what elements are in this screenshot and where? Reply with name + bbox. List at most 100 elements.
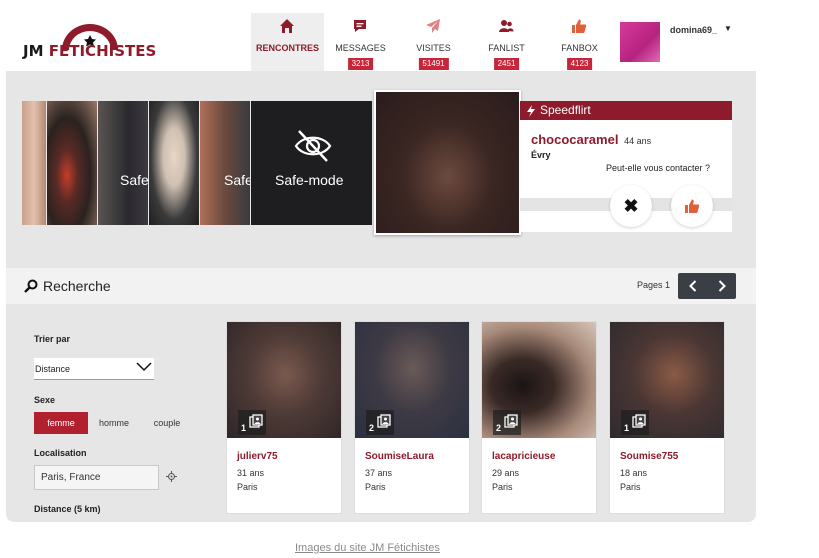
profile-card[interactable]: 2 lacapricieuse 29 ans Paris: [481, 321, 597, 514]
profile-name[interactable]: julierv75: [237, 451, 278, 462]
sort-select[interactable]: Distance: [34, 358, 154, 380]
photo-count: 2: [496, 423, 502, 433]
sort-label: Trier par: [34, 334, 71, 344]
profile-age: 37 ans: [365, 468, 393, 478]
profile-card[interactable]: 2 SoumiseLaura 37 ans Paris: [354, 321, 470, 514]
nav-messages-label: MESSAGES: [335, 43, 386, 53]
nav-fanbox[interactable]: FANBOX 4123: [543, 13, 616, 71]
profile-name[interactable]: lacapricieuse: [492, 451, 555, 462]
nav-fanbox-label: FANBOX: [561, 43, 598, 53]
sex-option-femme[interactable]: femme: [34, 412, 88, 434]
photo-count-badge: 1: [238, 410, 266, 435]
photo-count-badge: 2: [493, 410, 521, 435]
speedflirt-title: Speedflirt: [540, 103, 591, 117]
magnifier-icon: [24, 279, 38, 293]
next-page-button[interactable]: [707, 273, 736, 299]
sex-option-couple[interactable]: couple: [143, 412, 191, 434]
pages-label: Pages 1: [637, 280, 671, 290]
photo-count-badge: 1: [621, 410, 649, 435]
fanlist-count-badge: 2451: [493, 58, 520, 70]
profile-name[interactable]: SoumiseLaura: [365, 451, 434, 462]
close-icon: ✖: [623, 195, 639, 216]
photo-count: 1: [241, 423, 247, 433]
sex-label: Sexe: [34, 395, 56, 405]
profile-age: 18 ans: [620, 468, 648, 478]
carousel-photo[interactable]: [22, 101, 46, 225]
speedflirt-city: Évry: [531, 150, 551, 160]
pager: [678, 273, 736, 299]
search-title-text: Recherche: [43, 278, 111, 294]
logo-text: JM FETICHISTES: [23, 42, 156, 60]
caret-down-icon[interactable]: ▼: [724, 24, 732, 33]
photo-count: 1: [624, 423, 630, 433]
carousel-photo[interactable]: [47, 101, 97, 225]
app-frame: JM FETICHISTES RENCONTRES MESSAGES 3213: [6, 0, 756, 522]
profile-carousel: Safe Safe Safe-mode: [22, 101, 372, 225]
profile-card[interactable]: 1 Soumise755 18 ans Paris: [609, 321, 725, 514]
speedflirt-question: Peut-elle vous contacter ?: [606, 163, 711, 173]
reject-button[interactable]: ✖: [610, 185, 652, 227]
logo-fetichistes: FETICHISTES: [48, 42, 157, 60]
chevron-right-icon: [718, 280, 726, 292]
users-icon: [499, 20, 514, 32]
image-caption-link[interactable]: Images du site JM Fétichistes: [295, 542, 440, 554]
nav-visites[interactable]: VISITES 51491: [397, 13, 470, 71]
carousel-safe-photo[interactable]: Safe: [98, 101, 148, 225]
locate-icon[interactable]: [166, 471, 177, 482]
username[interactable]: domina69_: [670, 25, 717, 35]
thumbs-up-icon: [572, 19, 587, 33]
profile-age: 29 ans: [492, 468, 520, 478]
distance-label: Distance (5 km): [34, 504, 101, 514]
chat-bubble-icon: [354, 20, 366, 32]
location-input[interactable]: Paris, France: [34, 465, 159, 490]
prev-page-button[interactable]: [678, 273, 707, 299]
carousel-safe-photo[interactable]: Safe-mode: [251, 101, 372, 225]
speedflirt-header: Speedflirt: [520, 101, 732, 120]
sex-option-homme[interactable]: homme: [90, 412, 138, 434]
logo-jm: JM: [23, 42, 44, 60]
photo-count: 2: [369, 423, 375, 433]
speedflirt-age: 44 ans: [624, 136, 652, 146]
carousel-photo[interactable]: [149, 101, 199, 225]
like-button[interactable]: [671, 185, 713, 227]
safe-mode-label: Safe: [120, 172, 148, 188]
profile-card[interactable]: 1 julierv75 31 ans Paris: [226, 321, 342, 514]
profile-city: Paris: [492, 482, 513, 492]
safe-mode-label: Safe-mode: [275, 172, 344, 188]
speedflirt-panel: Speedflirt chococaramel 44 ans Évry Peut…: [520, 101, 732, 232]
main-nav: RENCONTRES MESSAGES 3213 VISITES 51491 F…: [251, 13, 616, 71]
profile-name[interactable]: Soumise755: [620, 451, 678, 462]
nav-rencontres[interactable]: RENCONTRES: [251, 13, 324, 71]
site-logo[interactable]: JM FETICHISTES: [23, 22, 163, 62]
nav-fanlist-label: FANLIST: [488, 43, 525, 53]
profile-city: Paris: [620, 482, 641, 492]
eye-slash-icon: [294, 130, 332, 162]
search-title: Recherche: [24, 278, 111, 294]
fanbox-count-badge: 4123: [566, 58, 593, 70]
speedflirt-name[interactable]: chococaramel 44 ans: [531, 132, 651, 147]
chevron-left-icon: [688, 280, 696, 292]
carousel-safe-photo[interactable]: Safe: [200, 101, 250, 225]
speedflirt-photo[interactable]: [374, 90, 521, 235]
user-avatar[interactable]: [620, 22, 660, 62]
photo-album-icon: [632, 414, 646, 428]
filters-panel: Trier par Distance Sexe femme homme coup…: [6, 304, 216, 522]
chevron-down-icon: [136, 362, 152, 372]
nav-fanlist[interactable]: FANLIST 2451: [470, 13, 543, 71]
search-header: Recherche Pages 1: [6, 268, 756, 304]
paper-plane-icon: [426, 19, 440, 33]
profile-age: 31 ans: [237, 468, 265, 478]
visites-count-badge: 51491: [418, 58, 449, 70]
location-label: Localisation: [34, 448, 87, 458]
profile-city: Paris: [365, 482, 386, 492]
photo-count-badge: 2: [366, 410, 394, 435]
profile-city: Paris: [237, 482, 258, 492]
thumbs-up-icon: [685, 199, 700, 213]
sort-value: Distance: [35, 364, 71, 374]
home-icon: [280, 19, 294, 33]
messages-count-badge: 3213: [347, 58, 374, 70]
nav-messages[interactable]: MESSAGES 3213: [324, 13, 397, 71]
photo-album-icon: [377, 414, 391, 428]
photo-album-icon: [249, 414, 263, 428]
speedflirt-username[interactable]: chococaramel: [531, 132, 618, 147]
